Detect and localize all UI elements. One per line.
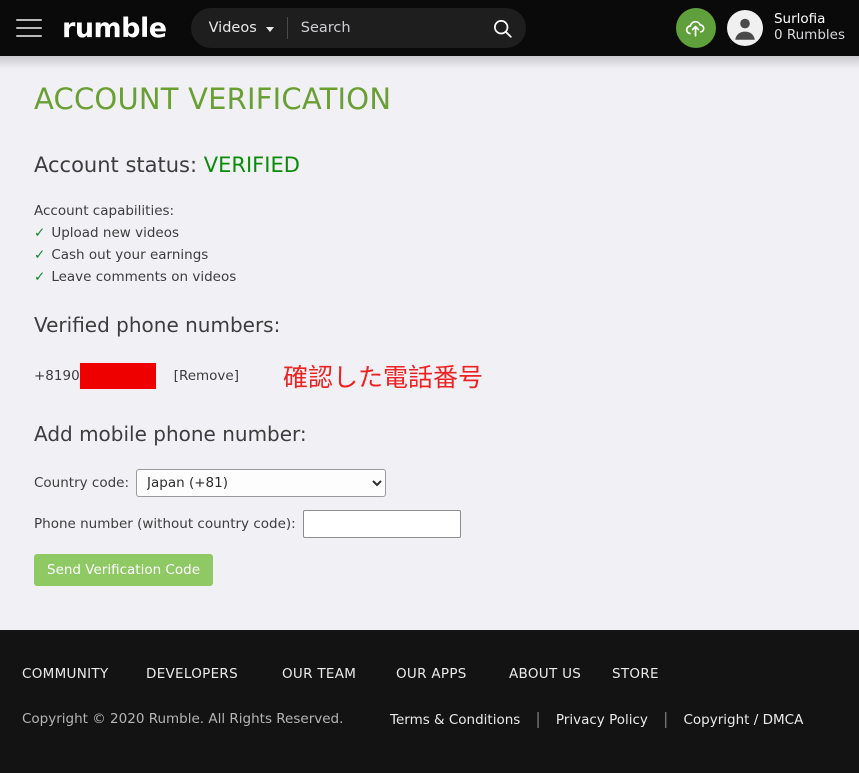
copyright-text: Copyright © 2020 Rumble. All Rights Rese… bbox=[22, 710, 344, 727]
person-avatar-icon bbox=[735, 18, 755, 40]
rumble-logo[interactable]: rumble bbox=[62, 15, 167, 42]
legal-links: Terms & Conditions | Privacy Policy | Co… bbox=[390, 709, 803, 728]
chevron-down-icon bbox=[265, 26, 274, 32]
header-user-area: Surlofia 0 Rumbles bbox=[675, 8, 859, 48]
status-badge: VERIFIED bbox=[203, 153, 300, 177]
verified-phone-row: +8190 [Remove] 確認した電話番号 bbox=[34, 358, 859, 394]
annotation-text: 確認した電話番号 bbox=[283, 363, 484, 392]
terms-conditions-link[interactable]: Terms & Conditions bbox=[390, 712, 520, 728]
hamburger-menu-icon[interactable] bbox=[16, 19, 42, 37]
copyright-dmca-link[interactable]: Copyright / DMCA bbox=[684, 712, 804, 728]
account-status-label: Account status: bbox=[34, 153, 198, 177]
user-account-link[interactable]: Surlofia 0 Rumbles bbox=[773, 11, 845, 44]
hamburger-line bbox=[16, 19, 42, 21]
footer-link-developers[interactable]: DEVELOPERS bbox=[146, 666, 282, 682]
footer-link-our-team[interactable]: OUR TEAM bbox=[282, 666, 396, 682]
footer-link-our-apps[interactable]: OUR APPS bbox=[396, 666, 509, 682]
search-category-label: Videos bbox=[208, 20, 257, 36]
account-status: Account status: VERIFIED bbox=[34, 153, 859, 177]
list-item: ✓ Upload new videos bbox=[34, 225, 859, 241]
rumbles-count-label: 0 Rumbles bbox=[773, 27, 845, 43]
phone-number-row: Phone number (without country code): bbox=[34, 510, 859, 538]
main-content: ACCOUNT VERIFICATION Account status: VER… bbox=[0, 56, 859, 630]
country-code-label: Country code: bbox=[34, 475, 130, 491]
site-footer: COMMUNITY DEVELOPERS OUR TEAM OUR APPS A… bbox=[0, 630, 859, 773]
upload-video-button[interactable] bbox=[675, 8, 716, 48]
avatar[interactable] bbox=[726, 10, 763, 46]
country-code-select[interactable]: Japan (+81) bbox=[136, 469, 387, 497]
search-input[interactable] bbox=[298, 19, 484, 37]
remove-phone-link[interactable]: [Remove] bbox=[174, 368, 239, 384]
capability-label: Cash out your earnings bbox=[51, 247, 209, 263]
username-label: Surlofia bbox=[773, 11, 826, 28]
redaction-block bbox=[79, 363, 156, 389]
verified-phones-heading: Verified phone numbers: bbox=[34, 313, 281, 337]
capability-label: Upload new videos bbox=[51, 225, 180, 241]
hamburger-line bbox=[16, 27, 42, 29]
hamburger-line bbox=[16, 35, 42, 37]
magnifier-icon bbox=[494, 19, 512, 38]
search-category-dropdown[interactable]: Videos bbox=[209, 20, 274, 36]
phone-number-label: Phone number (without country code): bbox=[34, 516, 296, 532]
footer-nav: COMMUNITY DEVELOPERS OUR TEAM OUR APPS A… bbox=[22, 666, 859, 682]
top-header: rumble Videos Search Surlofia 0 Rumbles bbox=[0, 0, 859, 56]
phone-prefix: +8190 bbox=[34, 368, 80, 384]
phone-number-input[interactable] bbox=[302, 510, 461, 538]
check-icon: ✓ bbox=[34, 269, 46, 285]
list-item: ✓ Leave comments on videos bbox=[34, 269, 859, 285]
page-title: ACCOUNT VERIFICATION bbox=[34, 82, 392, 116]
footer-link-community[interactable]: COMMUNITY bbox=[22, 666, 146, 682]
country-code-row: Country code: Japan (+81) bbox=[34, 469, 859, 497]
capability-label: Leave comments on videos bbox=[51, 269, 237, 285]
check-icon: ✓ bbox=[34, 225, 46, 241]
legal-separator: | bbox=[535, 709, 541, 728]
footer-link-about-us[interactable]: ABOUT US bbox=[509, 666, 612, 682]
search-submit-button[interactable] bbox=[484, 9, 522, 47]
cloud-upload-icon bbox=[686, 20, 705, 37]
privacy-policy-link[interactable]: Privacy Policy bbox=[556, 712, 648, 728]
capabilities-heading: Account capabilities: bbox=[34, 203, 175, 219]
add-phone-heading: Add mobile phone number: bbox=[34, 422, 307, 446]
search-bar: Videos bbox=[190, 8, 526, 48]
footer-bottom-row: Copyright © 2020 Rumble. All Rights Rese… bbox=[22, 709, 859, 728]
check-icon: ✓ bbox=[34, 247, 46, 263]
footer-link-store[interactable]: STORE bbox=[612, 666, 659, 682]
legal-separator: | bbox=[663, 709, 669, 728]
search-divider bbox=[286, 17, 288, 39]
send-verification-code-button[interactable]: Send Verification Code bbox=[34, 554, 213, 586]
list-item: ✓ Cash out your earnings bbox=[34, 247, 859, 263]
